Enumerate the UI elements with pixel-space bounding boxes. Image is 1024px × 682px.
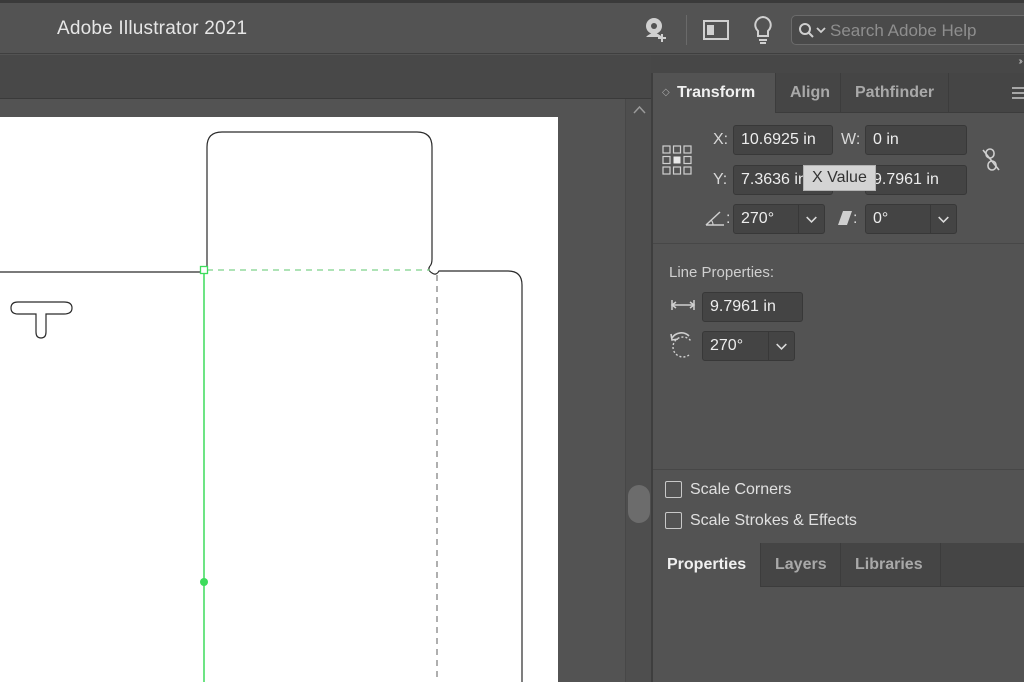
line-length-field[interactable]: 9.7961 in	[702, 292, 803, 322]
line-angle-value: 270°	[710, 337, 744, 354]
scale-corners-label[interactable]: Scale Corners	[690, 481, 791, 499]
reference-point-icon[interactable]	[662, 145, 692, 175]
rotate-field[interactable]: 270°	[733, 204, 825, 234]
search-input[interactable]	[830, 20, 1024, 42]
rotate-dropdown-chevron-icon[interactable]	[798, 205, 824, 233]
app-title: Adobe Illustrator 2021	[57, 18, 248, 39]
h-value-field[interactable]: 9.7961 in	[865, 165, 967, 195]
scale-corners-checkbox[interactable]	[665, 481, 682, 498]
line-properties-title: Line Properties:	[669, 264, 775, 281]
constrain-proportions-icon[interactable]	[980, 147, 1002, 173]
shear-field[interactable]: 0°	[865, 204, 957, 234]
lightbulb-icon[interactable]	[751, 14, 775, 46]
scale-strokes-effects-label[interactable]: Scale Strokes & Effects	[690, 512, 857, 530]
workspace-icon[interactable]	[702, 18, 730, 42]
collapse-panels-icon[interactable]: ››	[1018, 56, 1022, 67]
line-length-icon	[670, 300, 696, 310]
properties-panel: Properties Layers Libraries	[651, 543, 1024, 682]
tab-properties[interactable]: Properties	[653, 543, 761, 587]
shear-dropdown-chevron-icon[interactable]	[930, 205, 956, 233]
transform-tab-row: ◇ Transform Align Pathfinder	[653, 73, 1024, 113]
shear-colon: :	[853, 210, 858, 227]
tab-layers[interactable]: Layers	[761, 543, 841, 587]
section-divider	[653, 469, 1024, 470]
title-bar: Adobe Illustrator 2021	[0, 0, 1024, 54]
shear-icon	[838, 211, 852, 225]
dieline-artwork[interactable]	[0, 117, 558, 682]
properties-tab-row: Properties Layers Libraries	[653, 543, 1024, 587]
scale-strokes-effects-checkbox[interactable]	[665, 512, 682, 529]
tab-align[interactable]: Align	[776, 73, 841, 113]
search-box[interactable]	[791, 15, 1024, 45]
rotate-angle-icon	[705, 211, 724, 226]
panel-menu-icon[interactable]	[1011, 86, 1024, 100]
section-divider	[653, 243, 1024, 244]
artboard[interactable]	[0, 117, 558, 682]
canvas-area[interactable]	[0, 55, 651, 682]
line-angle-icon	[670, 332, 692, 358]
tab-libraries[interactable]: Libraries	[841, 543, 941, 587]
right-panel-outline	[428, 265, 523, 682]
top-flap-outline	[206, 131, 433, 269]
y-label: Y:	[713, 171, 728, 188]
vertical-scrollbar[interactable]	[625, 99, 651, 682]
x-value-field[interactable]: 10.6925 in	[733, 125, 833, 155]
scroll-thumb[interactable]	[628, 485, 650, 523]
w-label: W:	[841, 131, 861, 148]
toolbar-divider	[686, 15, 687, 45]
tab-pathfinder[interactable]: Pathfinder	[841, 73, 949, 113]
rotate-colon: :	[726, 210, 731, 227]
tab-transform-label: Transform	[677, 84, 756, 101]
user-add-icon[interactable]	[641, 15, 671, 45]
rotate-value: 270°	[741, 210, 775, 227]
document-tab-bar	[0, 55, 651, 99]
scroll-up-arrow-icon[interactable]	[633, 105, 646, 115]
line-angle-field[interactable]: 270°	[702, 331, 795, 361]
transform-panel: ◇ Transform Align Pathfinder X: 10.6925 …	[651, 73, 1024, 543]
x-value-tooltip: X Value	[803, 165, 876, 191]
selection-center-point	[200, 578, 208, 586]
shear-value: 0°	[873, 210, 889, 227]
search-icon[interactable]	[798, 22, 828, 40]
line-angle-dropdown-chevron-icon[interactable]	[768, 332, 794, 360]
x-label: X:	[713, 131, 729, 148]
tab-transform[interactable]: ◇ Transform	[653, 73, 776, 113]
selection-anchor-top	[199, 265, 209, 275]
tab-slot	[10, 301, 73, 339]
tab-collapse-chevron-icon[interactable]: ◇	[662, 73, 670, 113]
w-value-field[interactable]: 0 in	[865, 125, 967, 155]
panel-collapse-strip[interactable]: ››	[651, 55, 1024, 73]
